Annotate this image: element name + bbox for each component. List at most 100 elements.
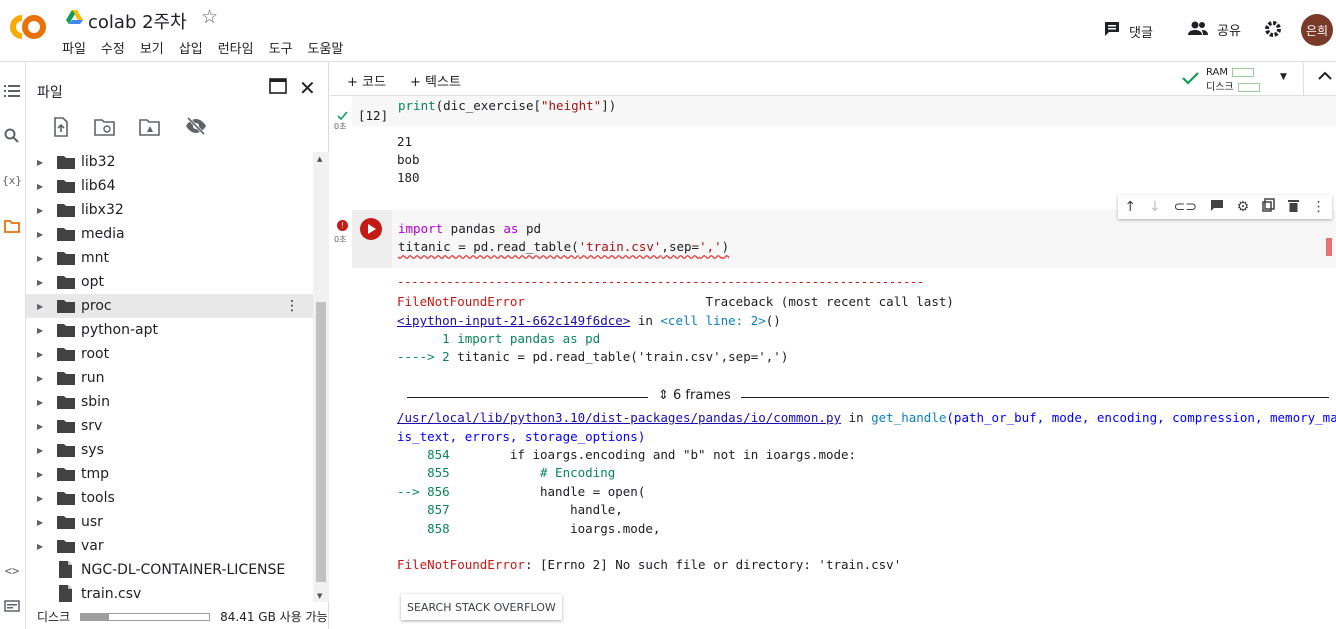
code-snippets-icon[interactable]: <>: [2, 564, 22, 584]
expand-arrow-icon[interactable]: ▶: [37, 446, 43, 455]
expand-arrow-icon[interactable]: ▶: [37, 422, 43, 431]
scroll-down-arrow-icon[interactable]: ▼: [317, 592, 322, 600]
run-cell-icon[interactable]: [360, 218, 382, 240]
settings-gear-icon[interactable]: [1264, 20, 1282, 42]
expand-arrow-icon[interactable]: ▶: [37, 398, 43, 407]
mount-drive-icon[interactable]: [139, 117, 161, 139]
folder-row[interactable]: ▶ opt: [26, 270, 313, 294]
menu-runtime[interactable]: 런타임: [218, 38, 254, 57]
menu-insert[interactable]: 삽입: [179, 38, 203, 57]
scroll-up-arrow-icon[interactable]: ▲: [317, 155, 322, 163]
expand-arrow-icon[interactable]: ▶: [37, 206, 43, 215]
refresh-folder-icon[interactable]: [94, 117, 116, 139]
move-up-arrow-icon[interactable]: ↑: [1124, 199, 1136, 215]
menu-tools[interactable]: 도구: [269, 38, 293, 57]
folder-icon: [57, 251, 75, 265]
mirror-cell-icon[interactable]: [1262, 198, 1275, 216]
link-icon[interactable]: ⊂⊃: [1174, 199, 1197, 215]
hide-files-eye-icon[interactable]: [185, 116, 207, 139]
folder-row[interactable]: ▶ run: [26, 366, 313, 390]
expand-arrow-icon[interactable]: ▶: [37, 254, 43, 263]
notebook-title[interactable]: colab 2주차: [88, 8, 187, 34]
expand-arrow-icon[interactable]: ▶: [37, 158, 43, 167]
menu-edit[interactable]: 수정: [101, 38, 125, 57]
move-down-arrow-icon[interactable]: ↓: [1149, 199, 1161, 215]
menu-file[interactable]: 파일: [62, 38, 86, 57]
expand-arrow-icon[interactable]: ▶: [37, 302, 43, 311]
expand-arrow-icon[interactable]: ▶: [37, 278, 43, 287]
cell2-code-line-2[interactable]: titanic = pd.read_table('train.csv',sep=…: [398, 239, 729, 254]
drive-icon[interactable]: [66, 10, 83, 24]
more-vert-icon[interactable]: ⋮: [1312, 199, 1326, 215]
expand-arrow-icon[interactable]: ▶: [37, 374, 43, 383]
parens: (): [765, 313, 781, 328]
final-error-message: : [Errno 2] No such file or directory: '…: [524, 557, 902, 572]
collapse-header-icon[interactable]: [1318, 70, 1332, 85]
search-stack-overflow-button[interactable]: SEARCH STACK OVERFLOW: [401, 594, 562, 620]
resource-dropdown-icon[interactable]: ▼: [1280, 72, 1287, 82]
cell-settings-gear-icon[interactable]: ⚙: [1237, 199, 1250, 215]
file-tree-scrollbar[interactable]: ▲ ▼: [313, 152, 329, 602]
folder-icon[interactable]: [2, 220, 22, 240]
colab-logo[interactable]: [6, 12, 48, 42]
close-icon[interactable]: ✕: [299, 76, 316, 100]
menu-help[interactable]: 도움말: [308, 38, 344, 57]
menu-view[interactable]: 보기: [140, 38, 164, 57]
folder-row[interactable]: ▶ usr: [26, 510, 313, 534]
expand-arrow-icon[interactable]: ▶: [37, 518, 43, 527]
cell1-output-line: bob: [397, 152, 420, 167]
comment-cell-icon[interactable]: [1210, 199, 1224, 216]
folder-row[interactable]: ▶ sys: [26, 438, 313, 462]
resource-monitor[interactable]: RAM 디스크: [1206, 65, 1260, 95]
folder-row[interactable]: ▶ root: [26, 342, 313, 366]
search-icon[interactable]: [2, 128, 22, 148]
folder-icon: [57, 347, 75, 361]
folder-row[interactable]: ▶ python-apt: [26, 318, 313, 342]
cell2-code-line-1[interactable]: import pandas as pd: [398, 221, 541, 236]
connected-check-icon: [1182, 71, 1199, 89]
folder-row[interactable]: ▶ proc ⋮: [26, 294, 313, 318]
file-row[interactable]: train.csv: [26, 582, 313, 606]
share-button[interactable]: 공유: [1187, 20, 1241, 39]
expand-arrow-icon[interactable]: ▶: [37, 470, 43, 479]
expand-arrow-icon[interactable]: ▶: [37, 230, 43, 239]
comment-button[interactable]: 댓글: [1103, 20, 1153, 42]
traceback-location: <ipython-input-21-662c149f6dce> in <cell…: [397, 313, 781, 328]
folder-row[interactable]: ▶ lib64: [26, 174, 313, 198]
more-options-icon[interactable]: ⋮: [285, 298, 299, 314]
error-marker: [1326, 238, 1332, 256]
common-py-link[interactable]: /usr/local/lib/python3.10/dist-packages/…: [397, 410, 841, 425]
upload-icon[interactable]: [51, 117, 73, 139]
terminal-icon[interactable]: [2, 600, 22, 620]
cell1-output-line: 180: [397, 170, 420, 185]
folder-row[interactable]: ▶ srv: [26, 414, 313, 438]
folder-row[interactable]: ▶ mnt: [26, 246, 313, 270]
folder-row[interactable]: ▶ sbin: [26, 390, 313, 414]
folder-icon: [57, 419, 75, 433]
cell1-code[interactable]: print(dic_exercise["height"]): [398, 98, 616, 113]
expand-frames-button[interactable]: ⇕ 6 frames: [648, 388, 741, 403]
folder-row[interactable]: ▶ tools: [26, 486, 313, 510]
add-code-button[interactable]: + 코드: [347, 71, 386, 90]
expand-arrow-icon[interactable]: ▶: [37, 494, 43, 503]
folder-row[interactable]: ▶ lib32: [26, 152, 313, 174]
add-text-button[interactable]: + 텍스트: [410, 71, 461, 90]
folder-row[interactable]: ▶ libx32: [26, 198, 313, 222]
expand-arrow-icon[interactable]: ▶: [37, 350, 43, 359]
delete-trash-icon[interactable]: [1287, 199, 1299, 216]
folder-row[interactable]: ▶ var: [26, 534, 313, 558]
maximize-icon[interactable]: [269, 78, 287, 98]
scroll-thumb[interactable]: [316, 302, 326, 582]
expand-arrow-icon[interactable]: ▶: [37, 182, 43, 191]
item-name: libx32: [81, 202, 124, 218]
star-icon[interactable]: ☆: [201, 6, 218, 28]
file-row[interactable]: NGC-DL-CONTAINER-LICENSE: [26, 558, 313, 582]
user-avatar[interactable]: 은희: [1301, 14, 1333, 46]
variables-icon[interactable]: {x}: [2, 174, 22, 194]
table-of-contents-icon[interactable]: [2, 84, 22, 104]
expand-arrow-icon[interactable]: ▶: [37, 326, 43, 335]
folder-row[interactable]: ▶ tmp: [26, 462, 313, 486]
ipython-input-link[interactable]: <ipython-input-21-662c149f6dce>: [397, 313, 630, 328]
expand-arrow-icon[interactable]: ▶: [37, 542, 43, 551]
folder-row[interactable]: ▶ media: [26, 222, 313, 246]
